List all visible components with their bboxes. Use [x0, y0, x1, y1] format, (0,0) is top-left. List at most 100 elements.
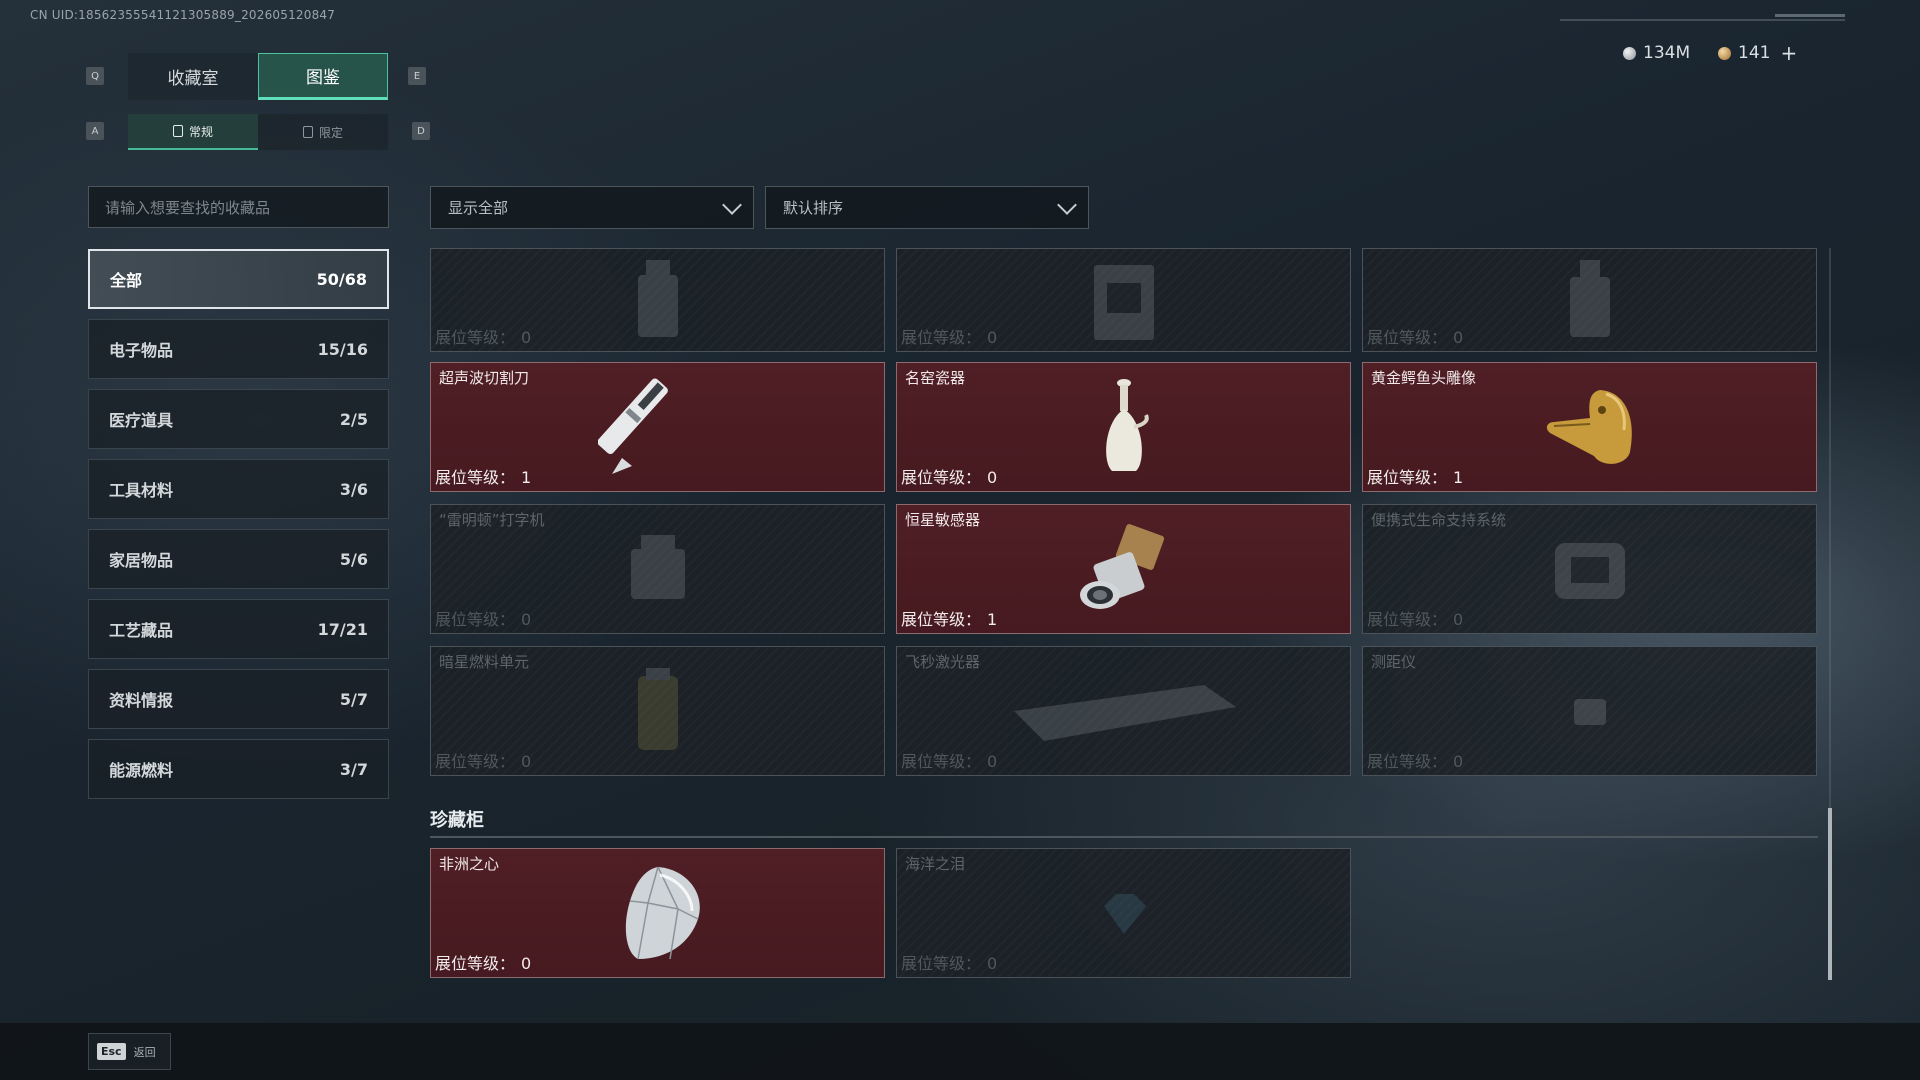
item-name: 便携式生命支持系统 [1371, 511, 1507, 529]
subtab-limited-label: 限定 [318, 125, 343, 140]
gold-currency: 141 + [1718, 41, 1797, 65]
category-label: 家居物品 [109, 551, 174, 570]
collection-card[interactable]: 展位等级： 0 [430, 248, 885, 352]
category-electronics[interactable]: 电子物品 15/16 [88, 319, 389, 379]
display-level-label: 展位等级： [1367, 610, 1448, 629]
typewriter-icon [630, 535, 685, 599]
diamond-icon [625, 866, 700, 960]
display-level-label: 展位等级： [435, 610, 516, 629]
category-energy[interactable]: 能源燃料 3/7 [88, 739, 389, 799]
porcelain-vase-icon [1105, 379, 1149, 471]
ultrasonic-knife-icon [597, 378, 668, 474]
collection-card[interactable]: 超声波切割刀 展位等级： 1 [430, 362, 885, 492]
header-divider [1560, 19, 1845, 21]
bottle-icon [1569, 260, 1610, 337]
item-name: 超声波切割刀 [439, 369, 530, 387]
category-label: 全部 [110, 271, 143, 290]
category-tools[interactable]: 工具材料 3/6 [88, 459, 389, 519]
collection-card[interactable]: 恒星敏感器 展位等级： 1 [896, 504, 1351, 634]
display-level-label: 展位等级： [435, 468, 516, 487]
sort-dropdown[interactable]: 默认排序 [765, 186, 1089, 229]
golden-crocodile-icon [1546, 390, 1632, 464]
display-level: 展位等级： 0 [901, 324, 997, 348]
display-level-label: 展位等级： [1367, 752, 1448, 771]
category-label: 工具材料 [109, 481, 174, 500]
collection-card[interactable]: 黄金鳄鱼头雕像 展位等级： 1 [1362, 362, 1817, 492]
collection-card[interactable]: 展位等级： 0 [1362, 248, 1817, 352]
search-input[interactable]: 请输入想要查找的收藏品 [88, 186, 389, 228]
category-household[interactable]: 家居物品 5/6 [88, 529, 389, 589]
display-level: 展位等级： 0 [901, 464, 997, 488]
item-name: “雷明顿”打字机 [439, 511, 545, 529]
collection-card[interactable]: 海洋之泪 展位等级： 0 [896, 848, 1351, 978]
collection-card[interactable]: 名窑瓷器 展位等级： 0 [896, 362, 1351, 492]
back-label: 返回 [133, 1045, 156, 1059]
item-name: 飞秒激光器 [905, 653, 981, 671]
display-level-value: 0 [987, 328, 998, 347]
filter-dropdown[interactable]: 显示全部 [430, 186, 754, 229]
display-level-label: 展位等级： [901, 954, 982, 973]
header-accent [1775, 14, 1845, 17]
regular-icon [172, 125, 183, 137]
collection-card[interactable]: 非洲之心 展位等级： 0 [430, 848, 885, 978]
item-name: 黄金鳄鱼头雕像 [1371, 369, 1477, 387]
category-crafts[interactable]: 工艺藏品 17/21 [88, 599, 389, 659]
category-count: 50/68 [316, 269, 367, 289]
add-currency-button[interactable]: + [1780, 41, 1797, 65]
scrollbar-thumb[interactable] [1828, 808, 1832, 980]
category-medical[interactable]: 医疗道具 2/5 [88, 389, 389, 449]
category-intel[interactable]: 资料情报 5/7 [88, 669, 389, 729]
display-level-value: 0 [521, 752, 532, 771]
esc-key-icon: Esc [97, 1043, 126, 1060]
display-level-value: 0 [521, 610, 532, 629]
display-level: 展位等级： 0 [435, 950, 531, 974]
category-count: 3/7 [339, 759, 368, 779]
display-level: 展位等级： 0 [435, 324, 531, 348]
display-level-value: 0 [987, 468, 998, 487]
display-level-label: 展位等级： [901, 610, 982, 629]
star-sensor-icon [1079, 524, 1164, 609]
display-level-value: 0 [1453, 752, 1464, 771]
tab-catalog[interactable]: 图鉴 [258, 53, 388, 100]
display-level: 展位等级： 0 [435, 606, 531, 630]
laser-icon [1013, 685, 1236, 741]
collection-card[interactable]: 飞秒激光器 展位等级： 0 [896, 646, 1351, 776]
category-count: 15/16 [317, 339, 368, 359]
item-name: 名窑瓷器 [905, 369, 966, 387]
collection-card[interactable]: 测距仪 展位等级： 0 [1362, 646, 1817, 776]
category-label: 电子物品 [109, 341, 174, 360]
display-level: 展位等级： 0 [435, 748, 531, 772]
back-button[interactable]: Esc 返回 [88, 1033, 171, 1070]
category-label: 资料情报 [109, 691, 174, 710]
uid-label: CN UID:185623555411213058​89_20260512084… [30, 8, 336, 22]
tab-prev-key: Q [86, 67, 104, 85]
limited-icon [302, 126, 313, 138]
life-support-icon [1554, 543, 1625, 599]
subtab-limited[interactable]: 限定 [258, 114, 388, 150]
display-level: 展位等级： 0 [1367, 324, 1463, 348]
gold-coin-icon [1718, 46, 1731, 60]
display-level-value: 0 [1453, 328, 1464, 347]
collection-card[interactable]: 暗星燃料单元 展位等级： 0 [430, 646, 885, 776]
display-level: 展位等级： 0 [1367, 606, 1463, 630]
display-level: 展位等级： 1 [435, 464, 531, 488]
category-label: 医疗道具 [109, 411, 174, 430]
display-level-value: 0 [521, 954, 532, 973]
sort-value: 默认排序 [783, 199, 844, 217]
collection-card[interactable]: “雷明顿”打字机 展位等级： 0 [430, 504, 885, 634]
chevron-down-icon [1057, 194, 1077, 215]
category-all[interactable]: 全部 50/68 [88, 249, 389, 309]
collection-card[interactable]: 便携式生命支持系统 展位等级： 0 [1362, 504, 1817, 634]
display-level-value: 0 [987, 954, 998, 973]
category-label: 能源燃料 [109, 761, 174, 780]
display-level-value: 1 [521, 468, 532, 487]
chevron-down-icon [722, 194, 742, 215]
subtab-regular[interactable]: 常规 [128, 114, 258, 150]
item-name: 暗星燃料单元 [439, 653, 530, 671]
collection-card[interactable]: 展位等级： 0 [896, 248, 1351, 352]
display-level-label: 展位等级： [1367, 328, 1448, 347]
display-level-label: 展位等级： [435, 328, 516, 347]
display-level: 展位等级： 1 [901, 606, 997, 630]
filter-value: 显示全部 [448, 199, 509, 217]
tab-collection-room[interactable]: 收藏室 [128, 53, 258, 100]
